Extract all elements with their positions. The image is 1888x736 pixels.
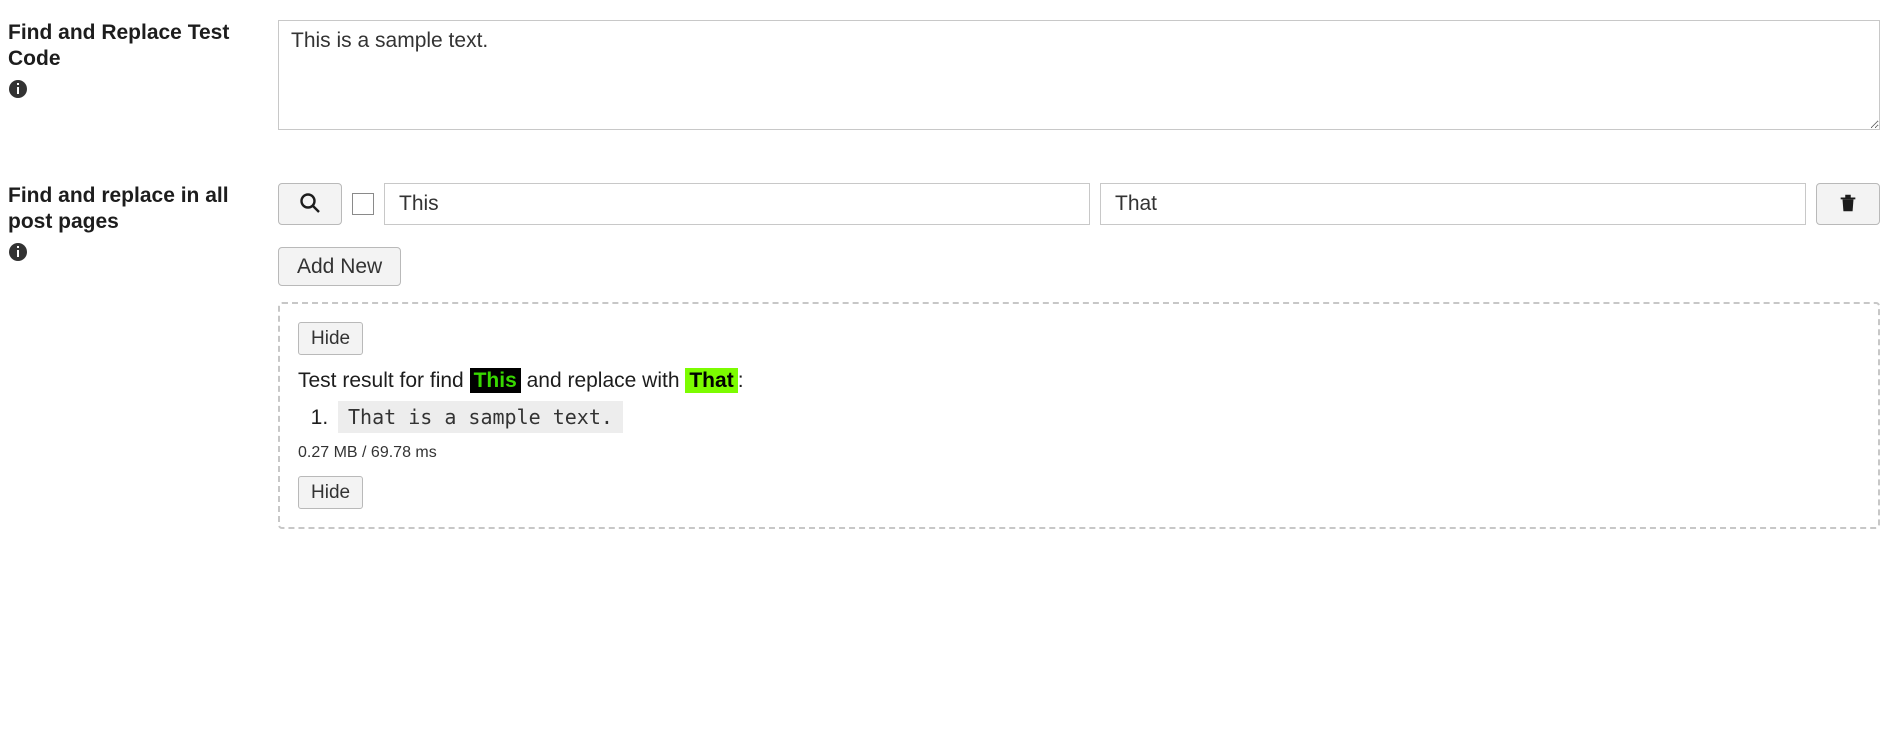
test-code-row: Find and Replace Test Code bbox=[8, 20, 1880, 135]
info-icon[interactable] bbox=[8, 79, 28, 99]
regex-checkbox[interactable] bbox=[352, 193, 374, 215]
find-replace-label-col: Find and replace in all post pages bbox=[8, 183, 278, 267]
search-icon bbox=[298, 191, 322, 218]
result-mid: and replace with bbox=[521, 369, 686, 392]
search-button[interactable] bbox=[278, 183, 342, 225]
test-code-content bbox=[278, 20, 1880, 135]
result-panel: Hide Test result for find This and repla… bbox=[278, 302, 1880, 529]
trash-icon bbox=[1837, 192, 1859, 217]
delete-button[interactable] bbox=[1816, 183, 1880, 225]
find-replace-controls bbox=[278, 183, 1880, 225]
find-replace-content: Add New Hide Test result for find This a… bbox=[278, 183, 1880, 529]
list-item: That is a sample text. bbox=[334, 405, 1860, 430]
find-replace-heading: Find and replace in all post pages bbox=[8, 183, 266, 236]
result-description: Test result for find This and replace wi… bbox=[298, 369, 1860, 393]
test-code-heading: Find and Replace Test Code bbox=[8, 20, 266, 73]
result-find-token: This bbox=[470, 368, 521, 393]
hide-bottom-button[interactable]: Hide bbox=[298, 476, 363, 509]
add-new-button[interactable]: Add New bbox=[278, 247, 401, 286]
add-new-row: Add New bbox=[278, 247, 1880, 286]
hide-top-button[interactable]: Hide bbox=[298, 322, 363, 355]
result-list: That is a sample text. bbox=[334, 405, 1860, 430]
replace-input[interactable] bbox=[1100, 183, 1806, 225]
info-icon[interactable] bbox=[8, 242, 28, 262]
find-replace-row: Find and replace in all post pages Add N… bbox=[8, 183, 1880, 529]
result-meta: 0.27 MB / 69.78 ms bbox=[298, 444, 1860, 462]
result-replace-token: That bbox=[685, 368, 737, 393]
result-suffix: : bbox=[738, 369, 744, 392]
test-code-label-col: Find and Replace Test Code bbox=[8, 20, 278, 104]
result-prefix: Test result for find bbox=[298, 369, 470, 392]
find-input[interactable] bbox=[384, 183, 1090, 225]
result-code: That is a sample text. bbox=[338, 401, 623, 433]
test-code-textarea[interactable] bbox=[278, 20, 1880, 130]
